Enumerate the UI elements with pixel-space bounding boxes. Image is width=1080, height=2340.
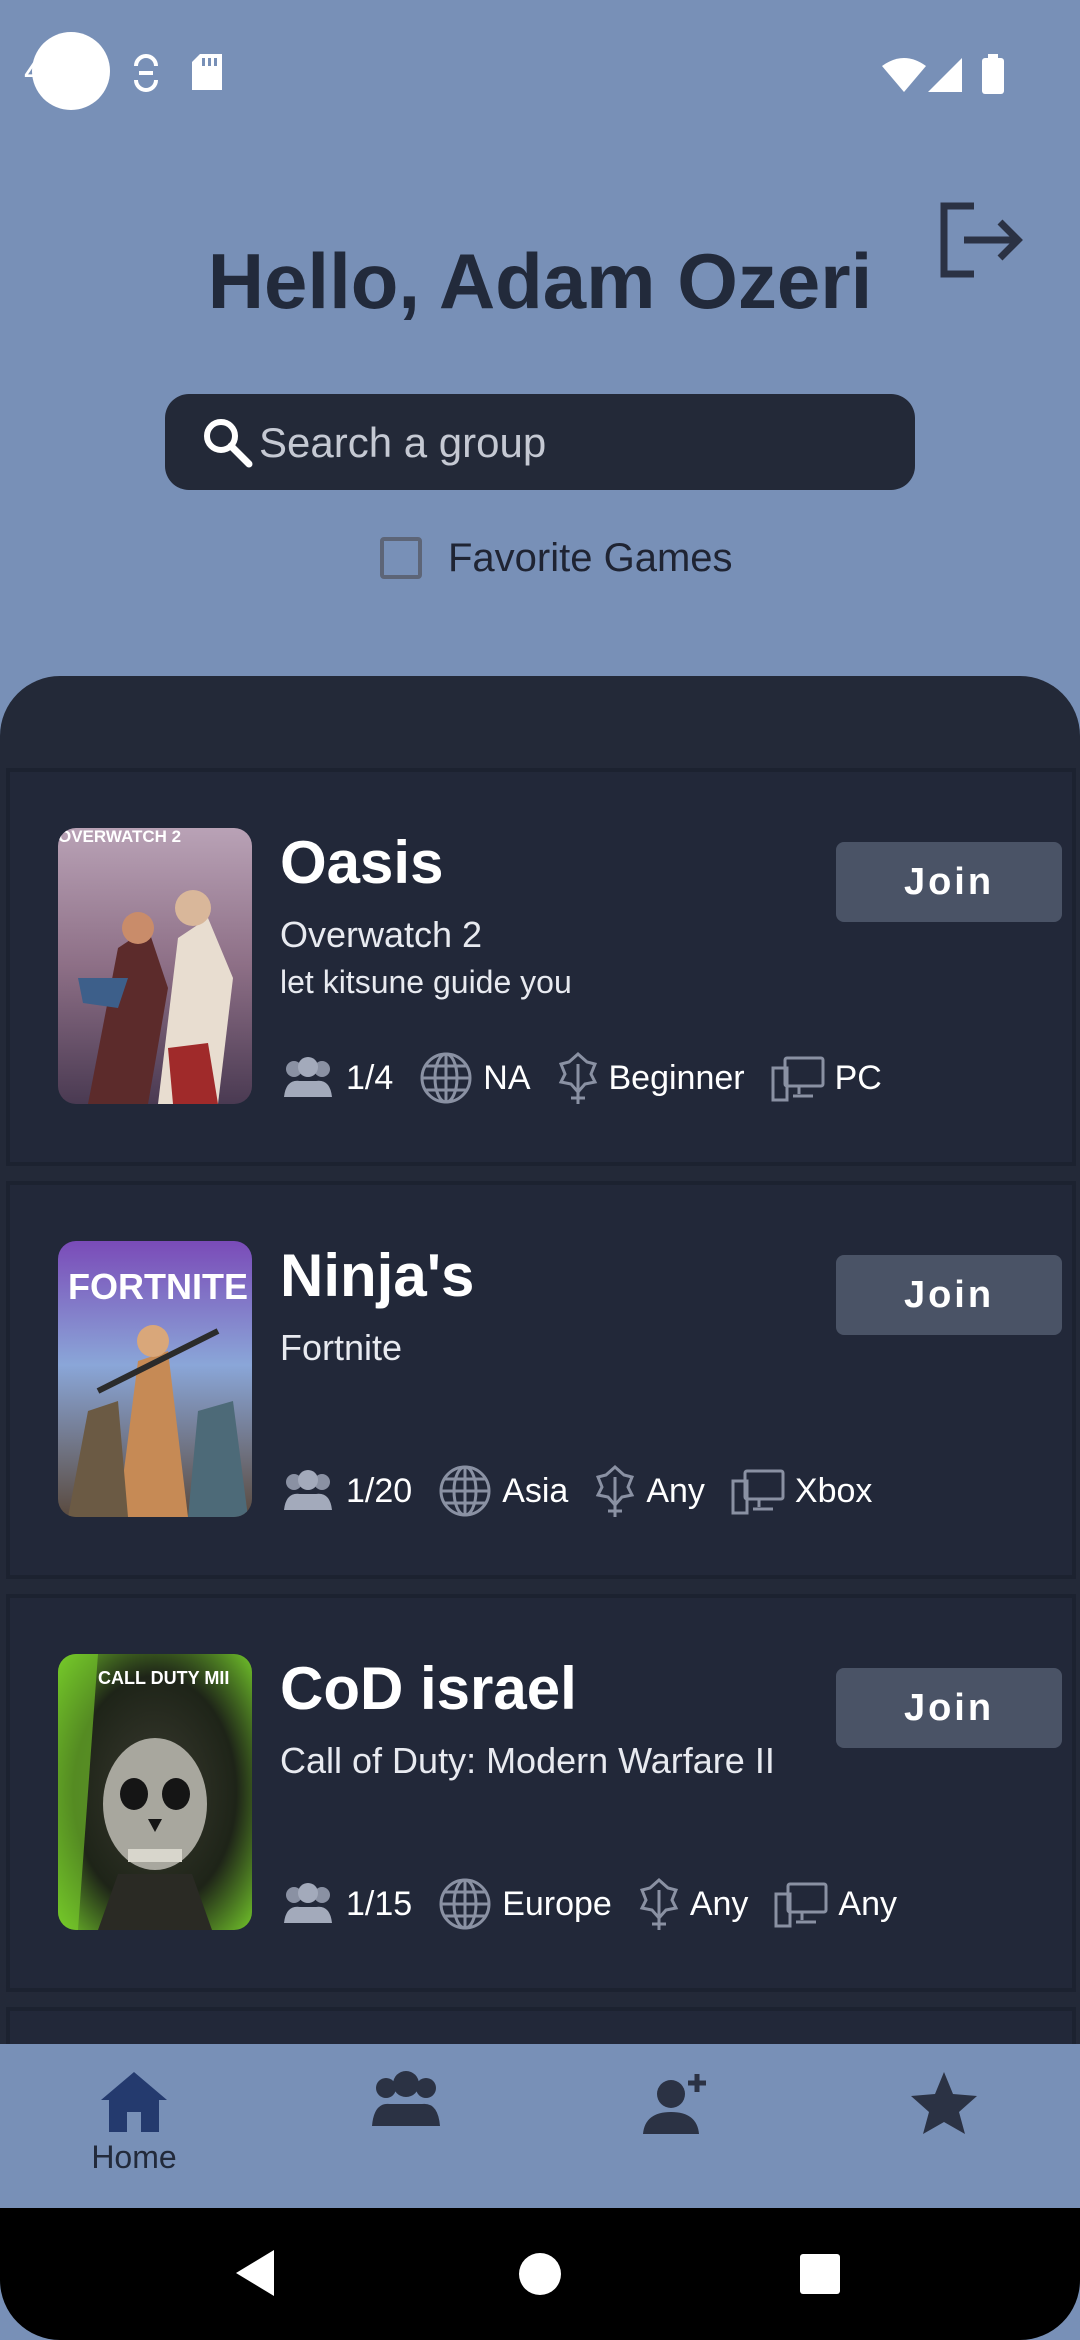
- bottom-navigation: Home: [0, 2044, 1080, 2208]
- home-icon: [101, 2072, 167, 2132]
- camera-cutout: [32, 32, 110, 110]
- groups-icon: [372, 2071, 440, 2126]
- group-card[interactable]: [6, 2007, 1076, 2044]
- join-button[interactable]: Join: [836, 842, 1062, 922]
- cover-title: FORTNITE: [68, 1266, 248, 1307]
- skill-icon: [596, 1464, 635, 1517]
- members-count: 1/4: [346, 1058, 394, 1097]
- home-button-icon[interactable]: [518, 2252, 562, 2296]
- skill-icon: [639, 1877, 679, 1930]
- group-name: Oasis: [280, 829, 444, 896]
- battery-icon: [982, 54, 1004, 94]
- group-description: let kitsune guide you: [280, 964, 572, 1000]
- game-cover-image: FORTNITE: [58, 1241, 252, 1517]
- nav-home-label: Home: [91, 2139, 177, 2175]
- sync-icon: [134, 54, 158, 92]
- game-name: Fortnite: [280, 1327, 403, 1368]
- wifi-icon: [882, 58, 926, 92]
- skill-level: Any: [646, 1471, 705, 1510]
- star-icon: [911, 2072, 977, 2134]
- members-icon: [284, 1470, 332, 1510]
- group-card[interactable]: OVERWATCH 2 Oasis Overwatch 2 let kitsun…: [6, 768, 1076, 1166]
- members-icon: [284, 1883, 332, 1923]
- platform: Any: [838, 1884, 898, 1923]
- game-name: Call of Duty: Modern Warfare II: [280, 1740, 775, 1781]
- group-meta: 1/20 Asia Any Xbox: [280, 1463, 898, 1519]
- system-navigation-bar: [0, 2208, 1080, 2340]
- platform: Xbox: [794, 1471, 873, 1510]
- globe-icon: [420, 1052, 472, 1104]
- favorite-games-filter[interactable]: Favorite Games: [380, 530, 733, 586]
- nav-home[interactable]: Home: [64, 2070, 204, 2176]
- app-screen: 4 Hello, Adam Ozer: [0, 0, 1080, 2340]
- sd-card-icon: [192, 54, 222, 90]
- search-input[interactable]: [257, 394, 881, 492]
- group-meta: 1/15 Europe Any Any: [280, 1876, 923, 1932]
- favorite-games-checkbox[interactable]: [380, 537, 422, 579]
- globe-icon: [439, 1878, 491, 1930]
- globe-icon: [439, 1465, 491, 1517]
- members-count: 1/20: [346, 1471, 413, 1510]
- favorite-games-label: Favorite Games: [448, 535, 733, 580]
- nav-groups[interactable]: [336, 2070, 476, 2137]
- cover-title: CALL DUTY MII: [98, 1668, 229, 1688]
- cover-title: OVERWATCH 2: [58, 828, 181, 846]
- game-name: Overwatch 2: [280, 914, 483, 955]
- members-count: 1/15: [346, 1884, 413, 1923]
- group-list[interactable]: OVERWATCH 2 Oasis Overwatch 2 let kitsun…: [0, 676, 1080, 2044]
- game-cover-image: OVERWATCH 2: [58, 828, 252, 1104]
- members-icon: [284, 1057, 332, 1097]
- recents-icon[interactable]: [800, 2254, 840, 2294]
- join-button[interactable]: Join: [836, 1668, 1062, 1748]
- status-bar: 4: [0, 0, 1080, 140]
- skill-level: Beginner: [608, 1058, 745, 1097]
- group-meta: 1/4 NA Beginner PC: [280, 1050, 908, 1106]
- add-friend-icon: [643, 2074, 706, 2134]
- region: Asia: [502, 1471, 569, 1510]
- skill-level: Any: [689, 1884, 749, 1923]
- nav-add-friend[interactable]: [606, 2070, 746, 2141]
- platform-icon: [771, 1056, 825, 1102]
- platform: PC: [834, 1058, 882, 1097]
- group-name: CoD israel: [280, 1655, 577, 1722]
- platform-icon: [731, 1469, 785, 1515]
- game-cover-image: CALL DUTY MII: [58, 1654, 252, 1930]
- join-button[interactable]: Join: [836, 1255, 1062, 1335]
- search-box[interactable]: [165, 394, 915, 492]
- region: Europe: [502, 1884, 612, 1923]
- nav-favorites[interactable]: [874, 2070, 1014, 2141]
- skill-icon: [558, 1051, 597, 1104]
- search-icon: [204, 419, 253, 468]
- region: NA: [483, 1058, 531, 1097]
- signal-icon: [928, 58, 962, 92]
- group-card[interactable]: FORTNITE Ninja's Fortnite Join 1/20 Asia…: [6, 1181, 1076, 1579]
- group-card[interactable]: CALL DUTY MII CoD israel Call of Duty: M…: [6, 1594, 1076, 1992]
- group-name: Ninja's: [280, 1242, 475, 1309]
- back-icon[interactable]: [236, 2250, 276, 2296]
- platform-icon: [774, 1882, 828, 1928]
- greeting-title: Hello, Adam Ozeri: [207, 237, 873, 325]
